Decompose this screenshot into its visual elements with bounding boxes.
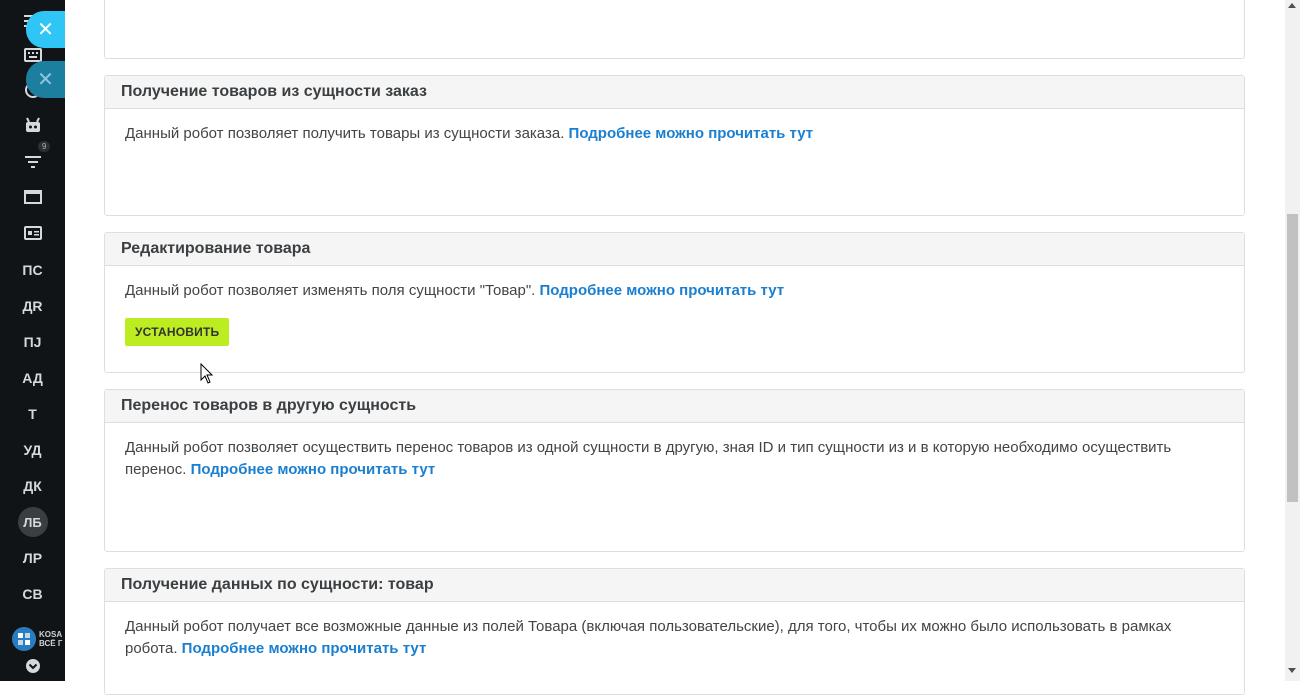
chevron-down-icon[interactable]: [0, 651, 65, 681]
close-slider-button-secondary[interactable]: ✕: [26, 61, 65, 98]
left-sidebar: 9 ПС ДR ПJ АД Т УД ДК ЛБ ЛР СВ KOSA ВСЁ …: [0, 0, 65, 681]
scroll-thumb[interactable]: [1287, 214, 1298, 502]
close-slider-button[interactable]: ✕: [26, 11, 65, 48]
read-more-link[interactable]: Подробнее можно прочитать тут: [191, 461, 436, 478]
card-text: Данный робот позволяет изменять поля сущ…: [125, 282, 536, 299]
card-title: Редактирование товара: [105, 233, 1244, 266]
sidebar-item-lb[interactable]: ЛБ: [0, 507, 65, 537]
mouse-cursor-icon: [200, 362, 214, 390]
sidebar-item-sv[interactable]: СВ: [0, 579, 65, 609]
id-card-icon[interactable]: [0, 218, 65, 248]
scroll-down-icon[interactable]: [1288, 668, 1296, 673]
card-description: Данный робот получает все возможные данн…: [105, 602, 1244, 660]
sidebar-item-ad[interactable]: АД: [0, 363, 65, 393]
close-icon: ✕: [37, 19, 54, 41]
sidebar-item-lr[interactable]: ЛР: [0, 543, 65, 573]
card-order-products: Получение товаров из сущности заказ Данн…: [104, 75, 1245, 216]
read-more-link[interactable]: Подробнее можно прочитать тут: [182, 640, 427, 657]
card-description: Данный робот позволяет изменять поля сущ…: [105, 266, 1244, 346]
logo-text: KOSA ВСЁ Г: [39, 630, 63, 648]
card-title: Получение товаров из сущности заказ: [105, 76, 1244, 109]
main-content: Получение товаров из сущности заказ Данн…: [65, 0, 1285, 695]
previous-card: [104, 0, 1245, 59]
card-title: Перенос товаров в другую сущность: [105, 390, 1244, 423]
vertical-scrollbar[interactable]: [1285, 0, 1300, 681]
logo-icon: [12, 627, 36, 651]
close-icon: ✕: [37, 69, 54, 91]
install-button[interactable]: УСТАНОВИТЬ: [125, 318, 230, 346]
robot-icon[interactable]: [0, 110, 65, 140]
sidebar-item-ps[interactable]: ПС: [0, 255, 65, 285]
window-icon[interactable]: [0, 182, 65, 212]
card-description: Данный робот позволяет получить товары и…: [105, 109, 1244, 145]
company-logo[interactable]: KOSA ВСЁ Г: [12, 627, 65, 651]
card-title: Получение данных по сущности: товар: [105, 569, 1244, 602]
sidebar-item-t[interactable]: Т: [0, 399, 65, 429]
card-transfer-products: Перенос товаров в другую сущность Данный…: [104, 389, 1245, 552]
filter-icon[interactable]: 9: [0, 141, 65, 177]
card-description: Данный робот позволяет осуществить перен…: [105, 423, 1244, 481]
scroll-up-icon[interactable]: [1288, 3, 1296, 8]
sidebar-item-dk[interactable]: ДК: [0, 471, 65, 501]
card-edit-product: Редактирование товара Данный робот позво…: [104, 232, 1245, 373]
card-text: Данный робот позволяет получить товары и…: [125, 125, 565, 142]
sidebar-item-pj[interactable]: ПJ: [0, 327, 65, 357]
avatar: ЛБ: [17, 507, 48, 537]
sidebar-item-ud[interactable]: УД: [0, 435, 65, 465]
card-product-data: Получение данных по сущности: товар Данн…: [104, 568, 1245, 695]
read-more-link[interactable]: Подробнее можно прочитать тут: [569, 125, 814, 142]
read-more-link[interactable]: Подробнее можно прочитать тут: [540, 282, 785, 299]
sidebar-item-dr[interactable]: ДR: [0, 291, 65, 321]
filter-badge: 9: [38, 141, 51, 152]
